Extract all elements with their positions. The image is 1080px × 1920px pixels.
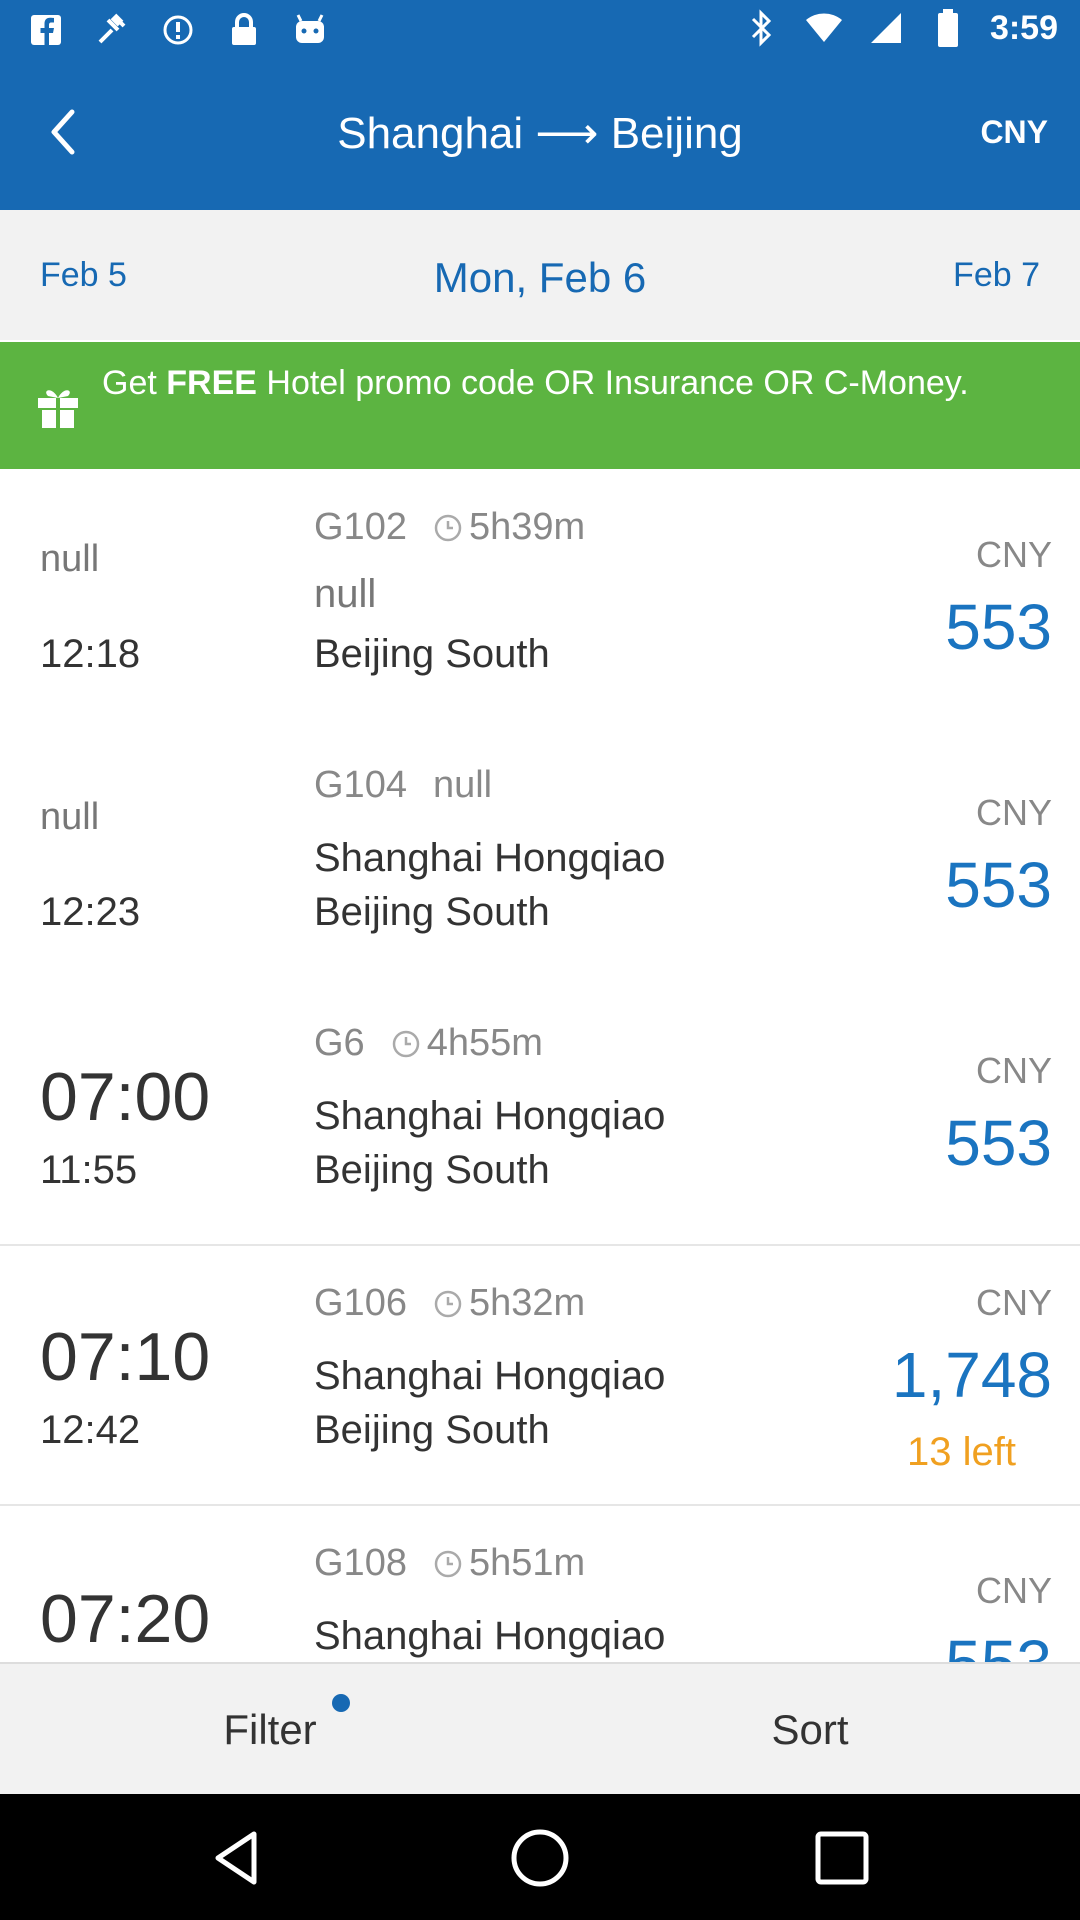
from-station: Shanghai Hongqiao xyxy=(314,1094,666,1138)
train-info: G102 5h39m xyxy=(314,506,585,549)
price: 553 xyxy=(945,591,1052,663)
train-number: G108 xyxy=(314,1542,407,1584)
train-row[interactable]: null 12:23 G104 null Shanghai Hongqiao B… xyxy=(0,728,1080,988)
app-bar: Shanghai ⟶ Beijing CNY xyxy=(0,64,1080,210)
price-currency: CNY xyxy=(975,1570,1052,1611)
currency-button[interactable]: CNY xyxy=(980,114,1048,151)
fake-gps-icon xyxy=(92,10,132,50)
price-currency: CNY xyxy=(975,792,1052,833)
circle-home-icon xyxy=(511,1829,569,1887)
arrive-time: 11:55 xyxy=(40,1148,138,1192)
to-station: Beijing South xyxy=(314,890,550,934)
triangle-back-icon xyxy=(215,1831,257,1885)
status-bar: 3:59 xyxy=(0,0,1080,64)
status-icons-left xyxy=(26,10,330,50)
duration: null xyxy=(432,764,493,806)
bottom-action-bar: Filter Sort xyxy=(0,1662,1080,1796)
promo-text: Get FREE Hotel promo code OR Insurance O… xyxy=(102,360,1042,406)
duration: 4h55m xyxy=(426,1022,543,1064)
clock-icon xyxy=(392,1030,419,1057)
to-station: Beijing South xyxy=(314,1148,550,1192)
system-navigation-bar xyxy=(0,1794,1080,1920)
train-number: G106 xyxy=(314,1282,407,1324)
filter-button[interactable]: Filter xyxy=(0,1664,540,1796)
price: 553 xyxy=(945,1626,1052,1662)
lock-icon xyxy=(224,10,264,50)
duration: 5h32m xyxy=(468,1282,586,1324)
seats-left-badge: 13 left xyxy=(907,1430,1016,1474)
duration: 5h51m xyxy=(468,1542,586,1584)
from-station: Shanghai Hongqiao xyxy=(314,836,666,880)
price-currency: CNY xyxy=(975,1282,1052,1323)
gift-icon xyxy=(34,382,82,430)
train-row[interactable]: 07:10 12:42 G106 5h32m Shanghai Hongqiao… xyxy=(0,1246,1080,1506)
train-number: G104 xyxy=(314,764,407,806)
train-row[interactable]: 07:20 G108 5h51m Shanghai Hongqiao CNY 5… xyxy=(0,1506,1080,1662)
train-number: G6 xyxy=(314,1022,365,1064)
square-recents-icon xyxy=(815,1831,869,1885)
status-icons-right: 3:59 xyxy=(742,8,1058,48)
promo-banner[interactable]: Get FREE Hotel promo code OR Insurance O… xyxy=(0,342,1080,469)
price: 553 xyxy=(945,1107,1052,1179)
nav-back-button[interactable] xyxy=(204,1824,272,1892)
train-row[interactable]: 07:00 11:55 G6 4h55m Shanghai Hongqiao B… xyxy=(0,986,1080,1246)
from-station: Shanghai Hongqiao xyxy=(314,1354,666,1398)
data-saver-icon xyxy=(158,10,198,50)
android-icon xyxy=(290,10,330,50)
next-date-button[interactable]: Feb 7 xyxy=(953,256,1040,295)
from-station: null xyxy=(314,572,377,616)
nav-recents-button[interactable] xyxy=(808,1824,876,1892)
clock-icon xyxy=(434,1550,462,1577)
sort-label: Sort xyxy=(771,1706,849,1753)
status-time: 3:59 xyxy=(989,8,1058,47)
price: 1,748 xyxy=(891,1339,1052,1411)
sort-button[interactable]: Sort xyxy=(540,1664,1080,1796)
duration: 5h39m xyxy=(468,506,586,548)
signal-icon xyxy=(866,8,906,48)
route-title: Shanghai ⟶ Beijing xyxy=(337,109,743,158)
train-number: G102 xyxy=(314,506,407,548)
from-station: Shanghai Hongqiao xyxy=(314,1614,666,1658)
arrive-time: 12:18 xyxy=(40,632,141,676)
depart-time: null xyxy=(40,796,100,838)
arrive-time: 12:42 xyxy=(40,1408,141,1452)
battery-icon xyxy=(928,8,968,48)
price-currency: CNY xyxy=(975,1050,1052,1091)
train-info: G104 null xyxy=(314,764,492,807)
promo-suffix: Hotel promo code OR Insurance OR C-Money… xyxy=(256,364,969,402)
date-selector: Feb 5 Mon, Feb 6 Feb 7 xyxy=(0,210,1080,340)
clock-icon xyxy=(434,514,462,541)
depart-time: 07:00 xyxy=(40,1059,211,1135)
to-station: Beijing South xyxy=(314,1408,550,1452)
current-date[interactable]: Mon, Feb 6 xyxy=(0,254,1080,302)
price: 553 xyxy=(945,849,1052,921)
train-row[interactable]: null 12:18 G102 5h39m null Beijing South… xyxy=(0,470,1080,730)
filter-label: Filter xyxy=(223,1706,317,1753)
train-list[interactable]: null 12:18 G102 5h39m null Beijing South… xyxy=(0,470,1080,1662)
promo-prefix: Get xyxy=(102,364,167,402)
train-info: G106 5h32m xyxy=(314,1282,585,1325)
price-currency: CNY xyxy=(975,534,1052,575)
depart-time: 07:10 xyxy=(40,1319,211,1395)
wifi-icon xyxy=(804,8,844,48)
filter-active-dot xyxy=(332,1694,350,1712)
to-station: Beijing South xyxy=(314,632,550,676)
bluetooth-icon xyxy=(742,8,782,48)
clock-icon xyxy=(434,1290,462,1317)
promo-bold: FREE xyxy=(166,364,257,402)
nav-home-button[interactable] xyxy=(506,1824,574,1892)
depart-time: 07:20 xyxy=(40,1581,211,1657)
train-info: G108 5h51m xyxy=(314,1542,585,1585)
arrive-time: 12:23 xyxy=(40,890,141,934)
train-info: G6 4h55m xyxy=(314,1022,543,1065)
facebook-icon xyxy=(26,10,66,50)
depart-time: null xyxy=(40,538,100,580)
